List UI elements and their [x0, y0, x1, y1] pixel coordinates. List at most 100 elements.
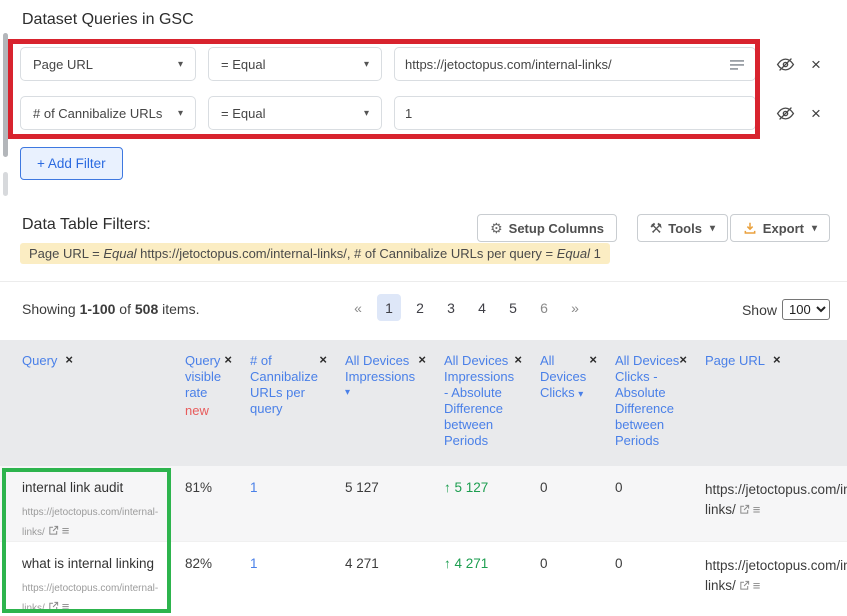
showing-summary: Showing 1-100 of 508 items. [22, 301, 200, 317]
export-button[interactable]: Export ▾ [729, 214, 830, 242]
clicks-diff-cell: 0 [615, 556, 623, 571]
table-row: internal link audit https://jetoctopus.c… [0, 466, 847, 541]
filter-value-input[interactable] [405, 56, 727, 72]
sort-caret-icon[interactable]: ▾ [578, 389, 583, 400]
pagination-page-3[interactable]: 3 [439, 294, 463, 321]
column-header-cannibalize-urls: # of Cannibalize URLs per query × [250, 353, 345, 466]
remove-column-icon[interactable]: × [679, 353, 687, 367]
pagination-next[interactable]: » [563, 294, 587, 321]
menu-icon[interactable]: ≡ [753, 578, 761, 593]
query-cell: internal link audit https://jetoctopus.c… [22, 480, 185, 541]
remove-filter-icon[interactable]: × [811, 105, 821, 122]
filter-operator-value: = Equal [221, 56, 266, 72]
data-table: Query × Query visible rate new × # of Ca… [0, 340, 847, 616]
chevron-down-icon: ▾ [363, 58, 369, 70]
filter-value-box [394, 96, 756, 130]
pagination-page-6[interactable]: 6 [532, 294, 556, 321]
column-label[interactable]: Query [22, 353, 57, 369]
menu-icon[interactable]: ≡ [62, 523, 70, 538]
remove-column-icon[interactable]: × [224, 353, 232, 367]
pagination-page-1[interactable]: 1 [377, 294, 401, 321]
column-label: All Devices Impressions [345, 353, 416, 384]
impressions-diff-cell: ↑ 4 271 [444, 556, 489, 571]
pagination-page-2[interactable]: 2 [408, 294, 432, 321]
menu-icon[interactable]: ≡ [753, 502, 761, 517]
impressions-cell: 4 271 [345, 556, 379, 571]
chevron-down-icon: ▾ [811, 222, 817, 234]
query-text: what is internal linking [22, 556, 155, 571]
filter-field-value: Page URL [33, 56, 93, 72]
column-label[interactable]: All Devices Clicks - Absolute Difference… [615, 353, 679, 449]
column-label[interactable]: Page URL [705, 353, 765, 369]
remove-column-icon[interactable]: × [773, 353, 781, 367]
scrollbar-thumb[interactable] [3, 33, 8, 157]
setup-columns-label: Setup Columns [508, 220, 604, 236]
remove-column-icon[interactable]: × [319, 353, 327, 367]
pagination-page-4[interactable]: 4 [470, 294, 494, 321]
section-divider [0, 281, 847, 282]
column-header-query: Query × [22, 353, 185, 466]
column-header-clicks-diff: All Devices Clicks - Absolute Difference… [615, 353, 705, 466]
export-label: Export [762, 220, 804, 236]
pagination-prev[interactable]: « [346, 294, 370, 321]
page-url-cell: https://jetoctopus.com/internal-links/ ≡ [705, 482, 847, 518]
setup-columns-button[interactable]: ⚙ Setup Columns [477, 214, 617, 242]
column-header-impressions: All Devices Impressions ▾ × [345, 353, 444, 466]
filter-field-select[interactable]: # of Cannibalize URLs ▾ [20, 96, 196, 130]
sort-caret-icon[interactable]: ▾ [345, 385, 418, 401]
remove-filter-icon[interactable]: × [811, 56, 821, 73]
data-table-filters-heading: Data Table Filters: [22, 216, 151, 233]
filter-operator-select[interactable]: = Equal ▾ [208, 96, 382, 130]
eye-slash-icon[interactable] [776, 55, 795, 74]
query-text: internal link audit [22, 480, 124, 495]
cannibalize-count-link[interactable]: 1 [250, 556, 258, 571]
page-size-select[interactable]: 100 [782, 299, 830, 320]
filter-operator-select[interactable]: = Equal ▾ [208, 47, 382, 81]
eye-slash-icon[interactable] [776, 104, 795, 123]
filter-value-input[interactable] [405, 105, 745, 121]
cannibalize-count-cell: 1 [250, 556, 345, 571]
new-badge: new [185, 403, 209, 418]
chevron-down-icon: ▾ [177, 58, 183, 70]
external-link-icon[interactable] [739, 580, 750, 591]
filter-field-value: # of Cannibalize URLs [33, 105, 163, 121]
scrollbar-thumb-lower[interactable] [3, 172, 8, 196]
column-label: Query visible rate [185, 353, 222, 400]
pagination: « 1 2 3 4 5 6 » [346, 294, 587, 321]
pagination-page-5[interactable]: 5 [501, 294, 525, 321]
external-link-icon[interactable] [739, 504, 750, 515]
query-url: https://jetoctopus.com/internal-links/ ≡ [22, 507, 159, 538]
visible-rate-cell: 82% [185, 556, 213, 571]
visible-rate-cell: 81% [185, 480, 213, 495]
column-label[interactable]: # of Cannibalize URLs per query [250, 353, 319, 417]
filter-row-1: Page URL ▾ = Equal ▾ × [20, 47, 821, 81]
external-link-icon[interactable] [48, 525, 59, 536]
app-root: Dataset Queries in GSC Page URL ▾ = Equa… [0, 0, 847, 616]
add-filter-button[interactable]: + Add Filter [20, 147, 123, 180]
page-title: Dataset Queries in GSC [22, 11, 194, 28]
tools-button[interactable]: ⚒ Tools ▾ [636, 214, 728, 242]
table-row: what is internal linking https://jetocto… [0, 541, 847, 616]
column-header-impressions-diff: All Devices Impressions - Absolute Diffe… [444, 353, 540, 466]
menu-icon[interactable]: ≡ [62, 599, 70, 614]
active-filters-summary: Page URL = Equal https://jetoctopus.com/… [20, 243, 610, 264]
cannibalize-count-cell: 1 [250, 480, 345, 495]
remove-column-icon[interactable]: × [65, 353, 73, 367]
clicks-diff-cell: 0 [615, 480, 623, 495]
filter-row-2: # of Cannibalize URLs ▾ = Equal ▾ × [20, 96, 821, 130]
tools-icon: ⚒ [649, 219, 663, 236]
page-size-control: Show 100 [742, 299, 830, 320]
download-icon [743, 221, 757, 235]
column-header-clicks: All Devices Clicks ▾ × [540, 353, 615, 466]
remove-column-icon[interactable]: × [514, 353, 522, 367]
remove-column-icon[interactable]: × [418, 353, 426, 367]
chevron-down-icon: ▾ [177, 107, 183, 119]
column-label[interactable]: All Devices Impressions - Absolute Diffe… [444, 353, 514, 449]
filter-field-select[interactable]: Page URL ▾ [20, 47, 196, 81]
text-lines-icon[interactable] [730, 58, 745, 71]
remove-column-icon[interactable]: × [589, 353, 597, 367]
query-cell: what is internal linking https://jetocto… [22, 556, 185, 616]
external-link-icon[interactable] [48, 601, 59, 612]
cannibalize-count-link[interactable]: 1 [250, 480, 258, 495]
up-arrow-icon: ↑ [444, 556, 451, 571]
